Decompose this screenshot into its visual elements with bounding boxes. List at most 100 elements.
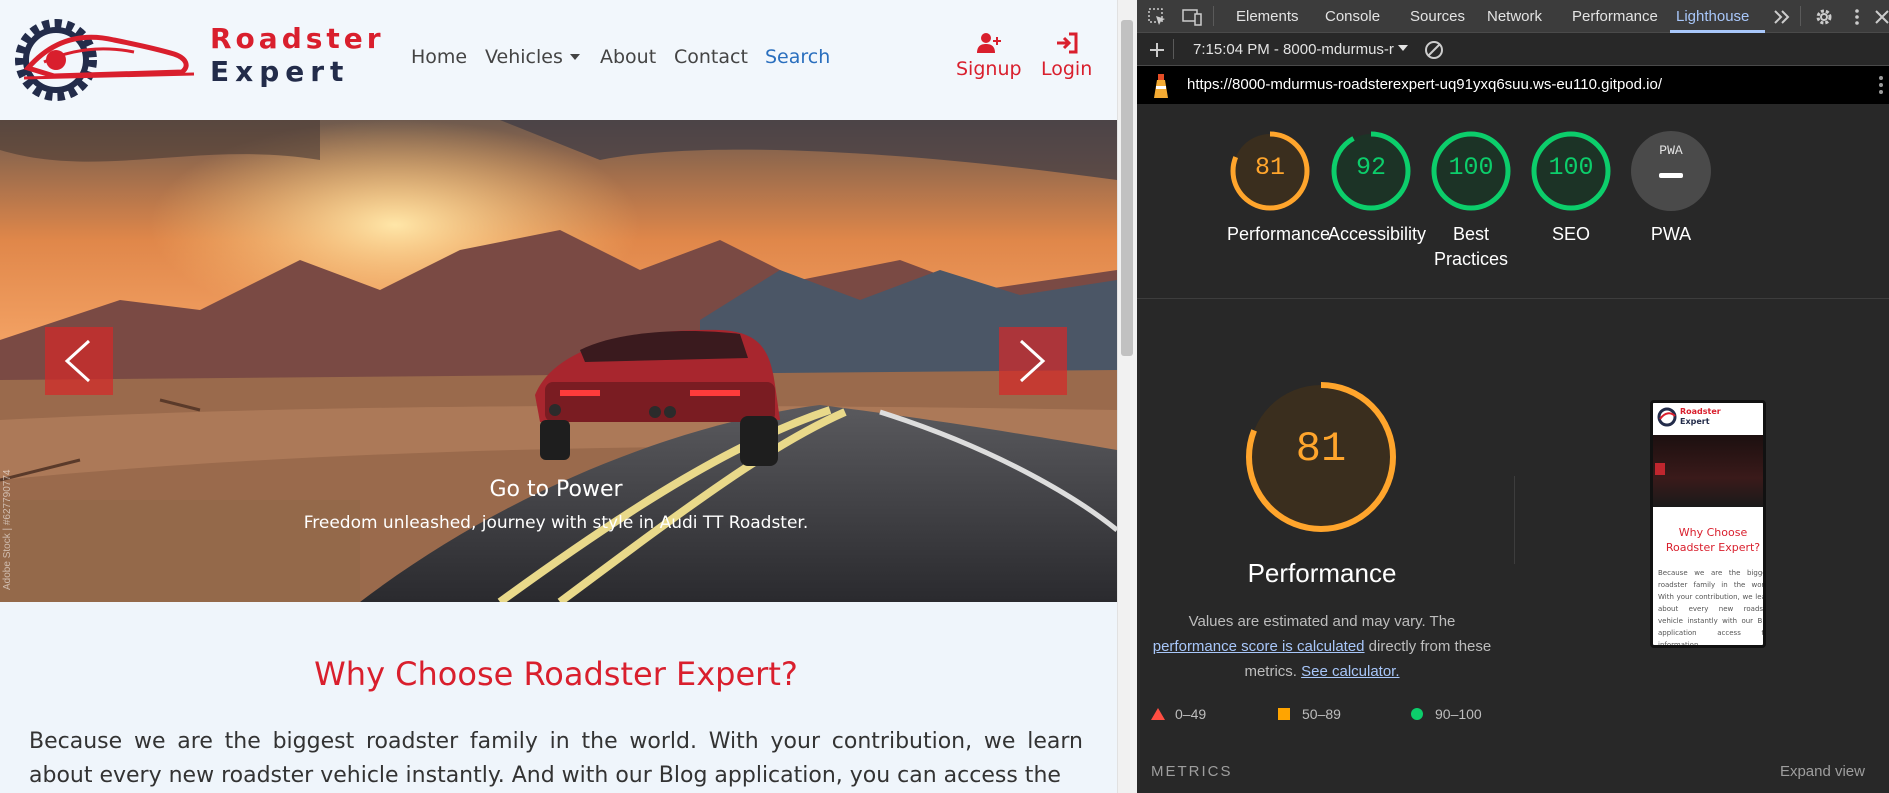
thumb-prev-button xyxy=(1655,463,1665,475)
tab-console[interactable]: Console xyxy=(1325,8,1380,25)
performance-score-large: 81 xyxy=(1295,425,1347,473)
carousel-prev-button[interactable] xyxy=(45,327,113,395)
tab-lighthouse[interactable]: Lighthouse xyxy=(1676,8,1749,25)
score-value: 100 xyxy=(1548,153,1594,182)
score-gauge-accessibility[interactable]: 92 Accessibility xyxy=(1328,128,1427,247)
carousel-caption-title: Go to Power xyxy=(489,477,623,502)
score-label: Best Practices xyxy=(1433,224,1509,269)
orange-square-icon xyxy=(1278,708,1290,720)
score-value: 92 xyxy=(1355,153,1386,182)
pwa-gauge-icon xyxy=(1631,131,1711,211)
tab-network[interactable]: Network xyxy=(1487,8,1542,25)
brand-line1[interactable]: Roadster xyxy=(210,22,385,55)
login-label: Login xyxy=(1041,58,1093,80)
desc-text-1: Values are estimated and may vary. The xyxy=(1188,613,1456,630)
score-value: 100 xyxy=(1448,153,1494,182)
divider-vertical xyxy=(1514,476,1515,564)
nav-about[interactable]: About xyxy=(600,46,656,68)
chevron-left-icon xyxy=(64,339,91,383)
devtools-tabbar: Elements Console Sources Network Perform… xyxy=(1137,0,1889,33)
stock-watermark: Adobe Stock | #627790774 xyxy=(2,469,13,590)
metrics-heading: METRICS xyxy=(1151,763,1233,780)
nav-search[interactable]: Search xyxy=(765,46,830,68)
url-menu-icon[interactable] xyxy=(1877,74,1885,96)
legend-average: 50–89 xyxy=(1278,706,1341,722)
score-gauge-seo[interactable]: 100 SEO xyxy=(1528,128,1614,247)
score-gauge-performance[interactable]: 81 Performance xyxy=(1227,128,1331,247)
toolbar-separator xyxy=(1213,6,1214,26)
why-paragraph: Because we are the biggest roadster fami… xyxy=(29,729,1083,788)
inspect-element-icon[interactable] xyxy=(1147,7,1167,27)
thumb-brand1: Roadster xyxy=(1680,407,1721,416)
nav-home[interactable]: Home xyxy=(411,46,467,68)
thumb-navbar: Roadster Expert xyxy=(1653,403,1763,433)
legend-fail-label: 0–49 xyxy=(1175,706,1207,722)
settings-gear-icon[interactable] xyxy=(1814,7,1834,27)
nav-contact[interactable]: Contact xyxy=(674,46,748,68)
expand-view-toggle[interactable]: Expand view xyxy=(1780,763,1865,780)
signup-label: Signup xyxy=(956,58,1022,80)
divider xyxy=(1137,298,1889,299)
brand-line2[interactable]: Expert xyxy=(210,55,349,88)
legend-pass: 90–100 xyxy=(1411,706,1482,722)
thumb-brand2: Expert xyxy=(1680,417,1710,426)
score-gauge-pwa[interactable]: PWA PWA xyxy=(1628,128,1714,247)
green-circle-icon xyxy=(1411,708,1423,720)
report-selector[interactable]: 7:15:04 PM - 8000-mdurmus-r xyxy=(1193,41,1408,58)
thumb-logo-icon xyxy=(1657,407,1677,427)
score-label: Performance xyxy=(1227,224,1331,244)
score-label: Accessibility xyxy=(1328,224,1427,244)
devtools-panel: Elements Console Sources Network Perform… xyxy=(1137,0,1889,793)
sign-in-icon xyxy=(1056,32,1078,54)
score-value: 81 xyxy=(1254,153,1285,182)
score-label: PWA xyxy=(1650,224,1692,244)
navbar: Roadster Expert Home Vehicles About Cont… xyxy=(0,0,1117,120)
thumb-hero xyxy=(1653,435,1763,507)
score-gauge-best-practices[interactable]: 100 Best Practices xyxy=(1428,128,1514,272)
lighthouse-icon xyxy=(1154,74,1168,98)
clear-reports-icon[interactable] xyxy=(1424,40,1444,60)
see-calculator-link[interactable]: See calculator. xyxy=(1301,663,1399,680)
report-url[interactable]: https://8000-mdurmus-roadsterexpert-uq91… xyxy=(1187,76,1662,93)
toolbar-separator xyxy=(1800,6,1801,26)
legend-pass-label: 90–100 xyxy=(1435,706,1482,722)
red-triangle-icon xyxy=(1151,708,1165,720)
legend-fail: 0–49 xyxy=(1151,706,1206,722)
roadster-logo-icon[interactable] xyxy=(14,18,204,102)
performance-description: Values are estimated and may vary. The p… xyxy=(1149,609,1495,684)
legend-average-label: 50–89 xyxy=(1302,706,1341,722)
chevron-right-icon xyxy=(1019,339,1046,383)
report-selector-label: 7:15:04 PM - 8000-mdurmus-r xyxy=(1193,41,1394,58)
user-plus-icon xyxy=(976,33,1001,53)
tab-sources[interactable]: Sources xyxy=(1410,8,1465,25)
performance-score-link[interactable]: performance score is calculated xyxy=(1153,638,1365,655)
thumb-why-title: Why Choose Roadster Expert? xyxy=(1665,526,1761,554)
nav-vehicles-label: Vehicles xyxy=(485,46,563,68)
lighthouse-toolbar: 7:15:04 PM - 8000-mdurmus-r xyxy=(1137,33,1889,66)
page-screenshot-thumbnail[interactable]: Roadster Expert Why Choose Roadster Expe… xyxy=(1650,400,1766,648)
page-scrollbar-thumb[interactable] xyxy=(1121,20,1133,356)
login-button[interactable]: Login xyxy=(1041,32,1092,80)
tab-performance[interactable]: Performance xyxy=(1572,8,1658,25)
more-tabs-icon[interactable] xyxy=(1772,7,1792,27)
nav-vehicles[interactable]: Vehicles xyxy=(485,46,580,68)
carousel-caption-text: Freedom unleashed, journey with style in… xyxy=(303,513,809,533)
score-value: PWA xyxy=(1659,143,1683,158)
carousel-next-button[interactable] xyxy=(999,327,1067,395)
report-url-bar: https://8000-mdurmus-roadsterexpert-uq91… xyxy=(1137,66,1889,104)
chevron-down-icon xyxy=(1397,45,1408,51)
close-devtools-icon[interactable] xyxy=(1872,7,1889,27)
website-viewport: Roadster Expert Home Vehicles About Cont… xyxy=(0,0,1117,793)
score-label: SEO xyxy=(1551,224,1590,244)
toolbar-separator xyxy=(1173,39,1174,59)
new-report-plus-icon[interactable] xyxy=(1147,40,1167,60)
hero-carousel: Go to Power Freedom unleashed, journey w… xyxy=(0,120,1117,602)
more-options-icon[interactable] xyxy=(1847,7,1867,27)
performance-title: Performance xyxy=(1247,558,1397,588)
why-heading: Why Choose Roadster Expert? xyxy=(314,655,798,693)
tab-elements[interactable]: Elements xyxy=(1236,8,1299,25)
chevron-down-icon xyxy=(569,54,580,60)
device-toolbar-icon[interactable] xyxy=(1182,7,1202,27)
thumb-why-text: Because we are the biggest roadster fami… xyxy=(1658,569,1766,648)
signup-button[interactable]: Signup xyxy=(956,32,1022,80)
